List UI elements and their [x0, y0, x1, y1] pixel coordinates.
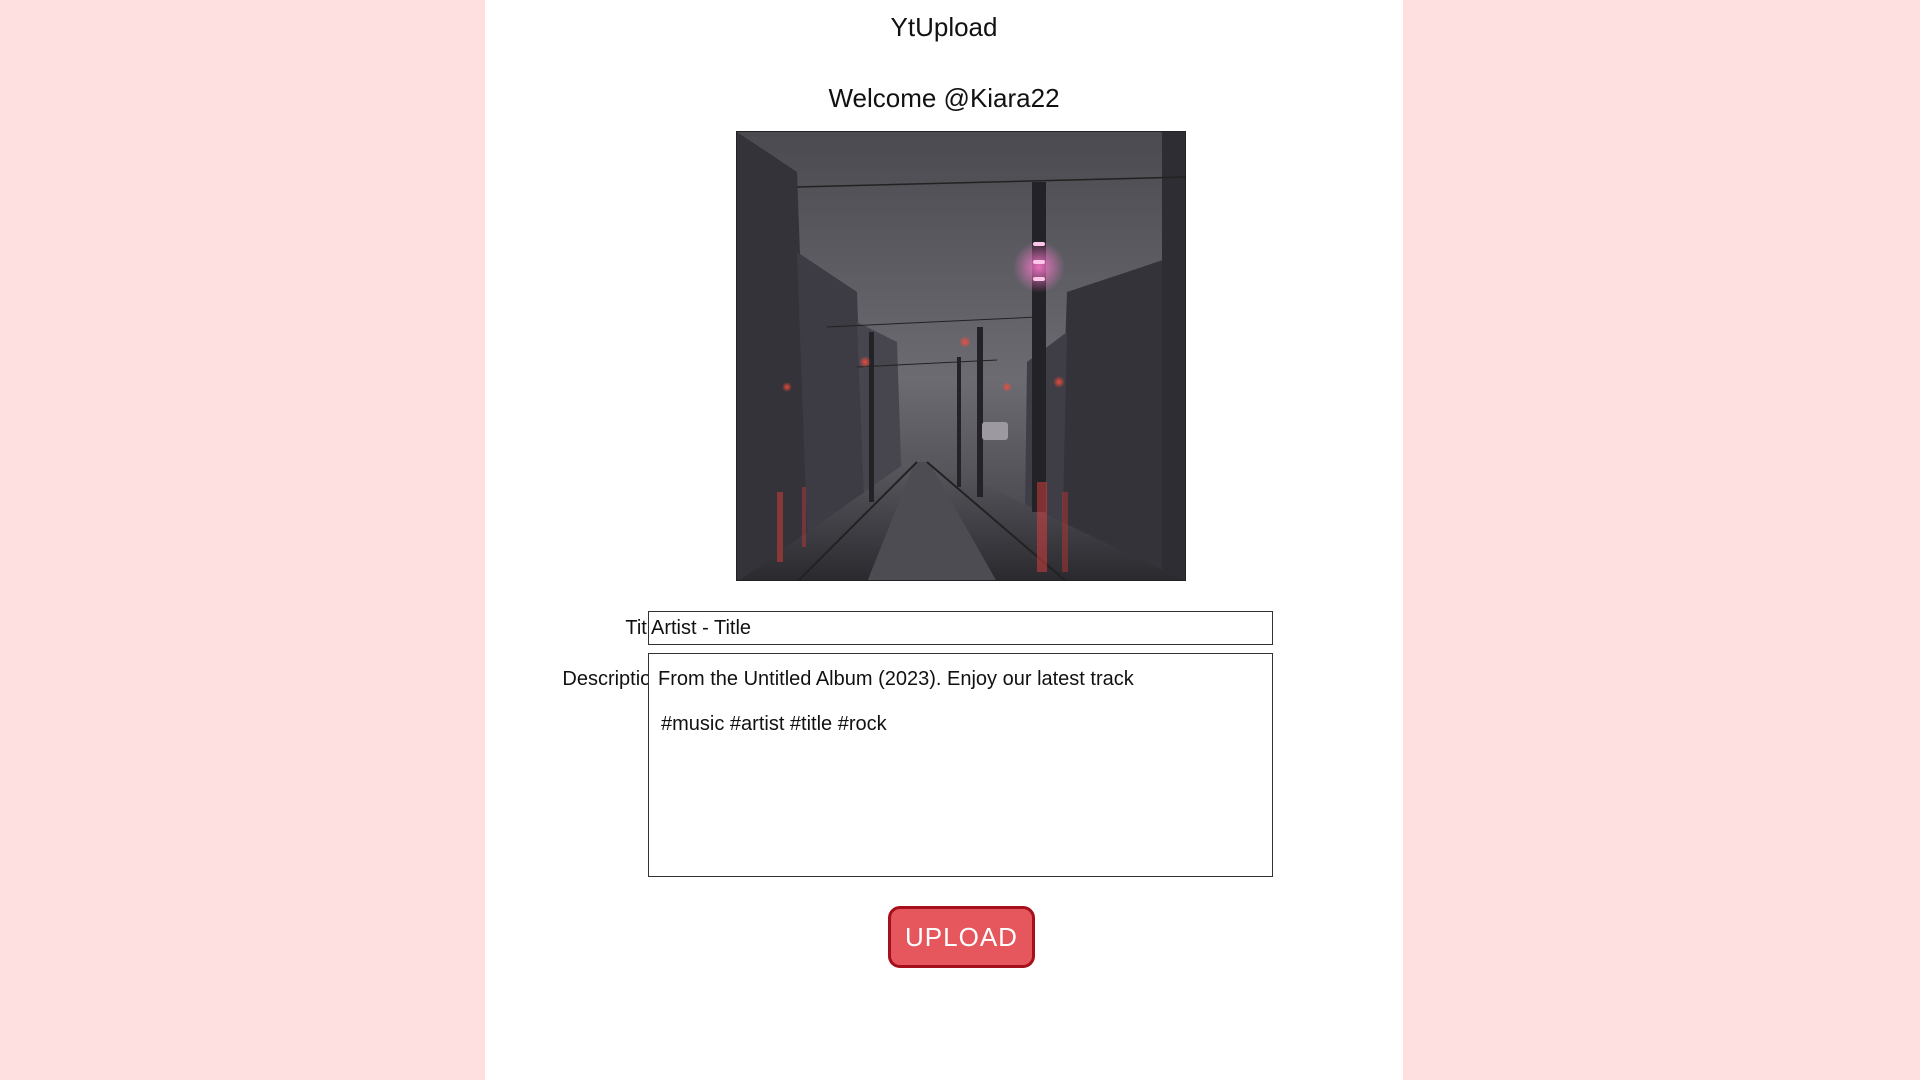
album-cover-image: [736, 131, 1186, 581]
welcome-message: Welcome @Kiara22: [828, 83, 1060, 113]
title-input[interactable]: [648, 611, 1273, 645]
title-label: Title:: [625, 617, 668, 639]
app-title: YtUpload: [890, 12, 998, 42]
main-panel: YtUpload Welcome @Kiara22 Title: Artist …: [485, 0, 1403, 1080]
description-line: From the Untitled Album (2023). Enjoy ou…: [658, 668, 1134, 690]
description-hashtags: #music #artist #title #rock: [661, 713, 887, 735]
upload-button[interactable]: UPLOAD: [888, 906, 1035, 968]
description-label: Description:: [562, 668, 668, 690]
description-textarea[interactable]: From the Untitled Album (2023). Enjoy ou…: [648, 653, 1273, 877]
